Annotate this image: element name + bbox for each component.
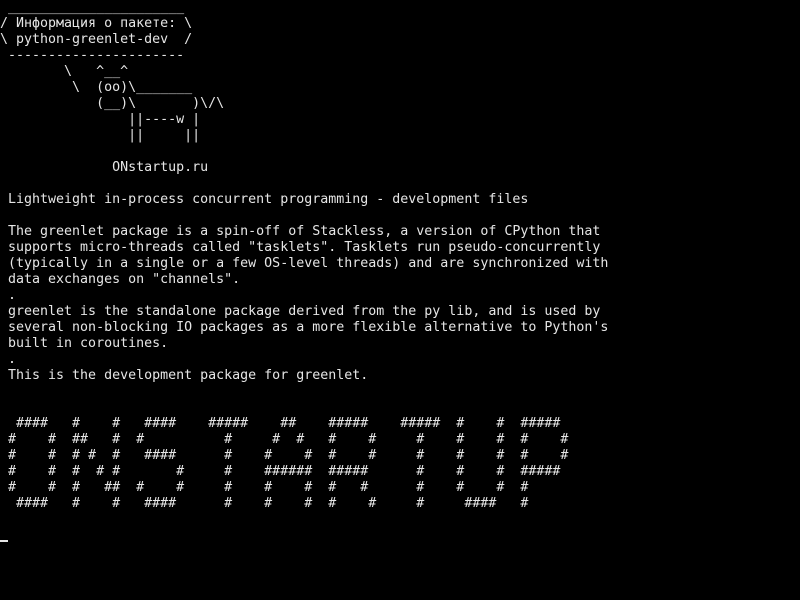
package-summary: Lightweight in-process concurrent progra… <box>0 192 529 207</box>
description-line: built in coroutines. <box>0 336 169 351</box>
cow-ascii-line: \ ^__^ <box>0 64 129 79</box>
site-label: ONstartup.ru <box>0 160 209 175</box>
banner-line: # # # # # #### # # # # # # # # # # <box>0 448 569 463</box>
description-line: several non-blocking IO packages as a mo… <box>0 320 609 335</box>
description-line: greenlet is the standalone package deriv… <box>0 304 601 319</box>
banner-line: #### # # #### ##### ## ##### ##### # # #… <box>0 416 561 431</box>
cow-ascii-line: || || <box>0 128 201 143</box>
cowsay-bubble-line: \ python-greenlet-dev / <box>0 32 193 47</box>
cow-ascii-line: ||----w | <box>0 112 201 127</box>
description-line: . <box>0 288 17 303</box>
cowsay-bubble-line: ______________________ <box>0 0 185 15</box>
cowsay-bubble-line: / Информация о пакете: \ <box>0 16 193 31</box>
description-line: . <box>0 352 17 367</box>
cow-ascii-line: \ (oo)\_______ <box>0 80 193 95</box>
cowsay-bubble-line: ---------------------- <box>0 48 185 63</box>
description-line: data exchanges on "channels". <box>0 272 241 287</box>
banner-line: #### # # #### # # # # # # #### # <box>0 496 529 511</box>
terminal-screen[interactable]: ______________________ / Информация о па… <box>0 0 800 600</box>
description-line: (typically in a single or a few OS-level… <box>0 256 609 271</box>
banner-line: # # # ## # # # # # # # # # # # <box>0 480 529 495</box>
text-cursor <box>0 540 8 542</box>
cow-ascii-line: (__)\ )\/\ <box>0 96 225 111</box>
description-line: This is the development package for gree… <box>0 368 369 383</box>
banner-line: # # # # # # # ###### ##### # # # ##### <box>0 464 561 479</box>
description-line: The greenlet package is a spin-off of St… <box>0 224 601 239</box>
banner-line: # # ## # # # # # # # # # # # # <box>0 432 569 447</box>
description-line: supports micro-threads called "tasklets"… <box>0 240 601 255</box>
